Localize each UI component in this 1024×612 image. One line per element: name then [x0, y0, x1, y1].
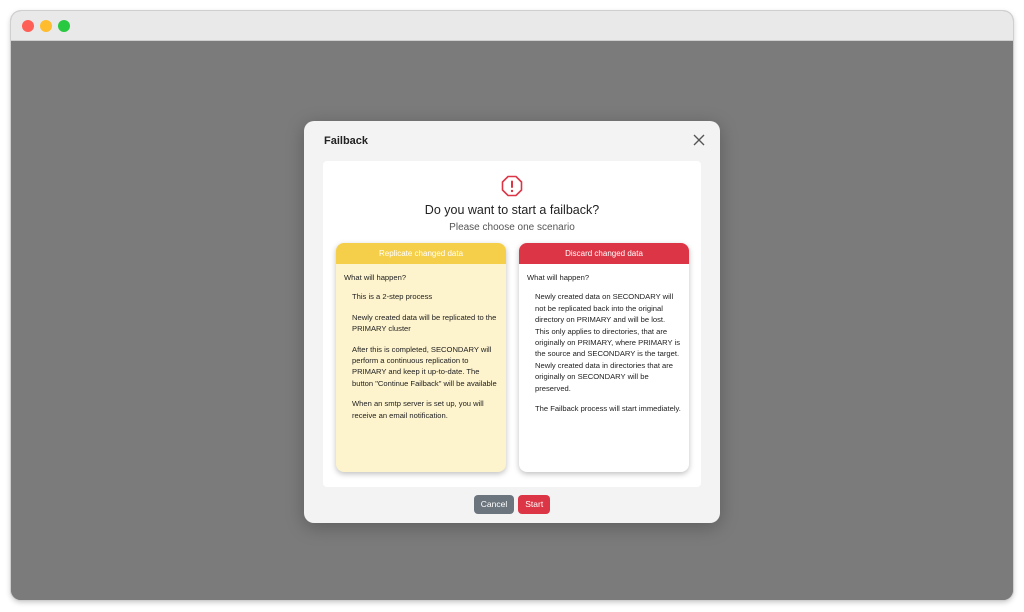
window-titlebar: [11, 11, 1013, 41]
window-minimize-button[interactable]: [40, 20, 52, 32]
dialog-question: Do you want to start a failback?: [424, 203, 600, 217]
dialog-title: Failback: [324, 135, 369, 147]
card-header: Replicate changed data: [336, 243, 506, 264]
card-item: After this is completed, SECONDARY will …: [352, 344, 497, 388]
window-maximize-button[interactable]: [58, 20, 70, 32]
card-lead: What will happen?: [344, 273, 407, 282]
card-lead: What will happen?: [527, 273, 590, 282]
card-header: Discard changed data: [519, 243, 689, 264]
card-content: What will happen? This is a 2-step proce…: [336, 264, 506, 421]
card-content: What will happen? Newly created data on …: [519, 264, 689, 414]
close-icon[interactable]: [692, 133, 706, 147]
card-item: The Failback process will start immediat…: [535, 404, 681, 414]
cancel-button[interactable]: Cancel: [473, 495, 515, 514]
failback-dialog: Failback Do you want to start a failback…: [304, 121, 720, 523]
start-button[interactable]: Start: [518, 495, 551, 514]
discard-changed-data-card[interactable]: Discard changed data What will happen? N…: [519, 243, 689, 472]
window-close-button[interactable]: [22, 20, 34, 32]
exclamation-octagon-icon: [501, 175, 523, 197]
dialog-subquestion: Please choose one scenario: [449, 222, 575, 233]
card-item: When an smtp server is set up, you will …: [352, 399, 484, 420]
card-item: Newly created data will be replicated to…: [352, 312, 497, 334]
replicate-changed-data-card[interactable]: Replicate changed data What will happen?…: [336, 243, 506, 472]
card-item: Newly created data on SECONDARY will not…: [535, 292, 681, 393]
dialog-footer: Cancel Start: [304, 495, 720, 514]
card-item: This is a 2-step process: [352, 292, 433, 302]
app-window: Failback Do you want to start a failback…: [11, 11, 1013, 600]
dialog-body: Do you want to start a failback? Please …: [323, 161, 701, 487]
